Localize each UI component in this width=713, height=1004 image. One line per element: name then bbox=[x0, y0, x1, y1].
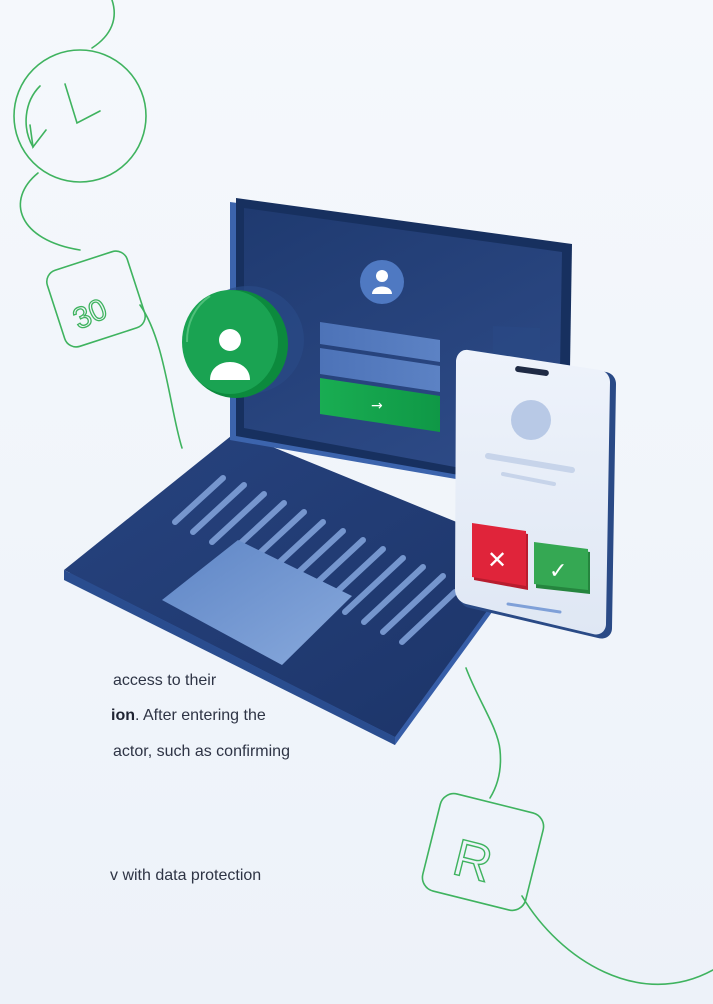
body-text-fragment: actor, such as confirming bbox=[113, 743, 290, 760]
body-text-fragment: access to their bbox=[113, 672, 217, 689]
phone-avatar-placeholder bbox=[511, 400, 551, 440]
body-text-line-4: v with data protection bbox=[110, 859, 530, 893]
body-text-bold-fragment: ion bbox=[111, 707, 135, 724]
body-text-fragment: . After entering the bbox=[135, 707, 266, 724]
clock-arrow-icon bbox=[29, 124, 47, 150]
body-text-line-2: ion. After entering the bbox=[111, 699, 531, 733]
clock-to-calendar-string bbox=[19, 172, 81, 251]
reject-x-icon: ✕ bbox=[487, 546, 507, 574]
calendar-day-label: 30 bbox=[68, 293, 112, 337]
mfa-illustration: 30 R → ✕ ✓ bbox=[13, 0, 713, 986]
calendar-to-laptop-string bbox=[139, 304, 183, 449]
approve-button[interactable]: ✓ bbox=[534, 542, 590, 594]
reject-button[interactable]: ✕ bbox=[472, 523, 528, 590]
clock-outer-ring bbox=[13, 49, 147, 183]
phone: ✕ ✓ bbox=[455, 349, 616, 639]
body-text-line-3: actor, such as confirming bbox=[113, 735, 533, 769]
clock-hands bbox=[64, 83, 101, 125]
body-text-line-1: access to their bbox=[113, 664, 533, 698]
tile-tail-string bbox=[521, 895, 713, 986]
clock-inner-arc bbox=[25, 85, 41, 148]
approve-check-icon: ✓ bbox=[549, 559, 567, 584]
login-arrow-icon: → bbox=[371, 398, 383, 414]
body-text-fragment: v with data protection bbox=[110, 867, 262, 884]
clock-string-top bbox=[91, 0, 116, 49]
